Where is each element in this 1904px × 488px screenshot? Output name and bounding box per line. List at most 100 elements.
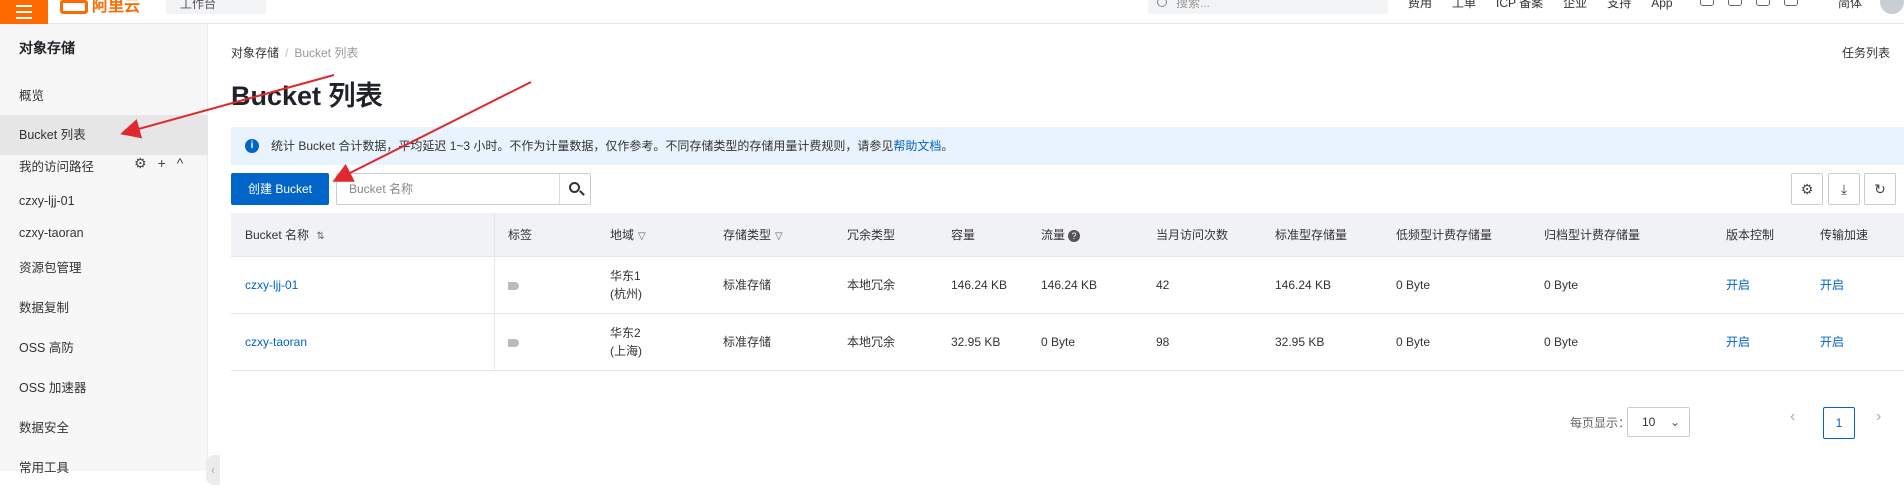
sidebar-group-access-paths[interactable]: 我的访问路径 bbox=[19, 156, 94, 175]
bucket-table: Bucket 名称 ⇅ 标签 地域 ▽ 存储类型 ▽ 冗余类型 容量 流量? 当月访… bbox=[231, 213, 1904, 371]
settings-button[interactable]: ⚙ bbox=[1791, 173, 1823, 205]
top-link-fees[interactable]: 费用 bbox=[1408, 0, 1432, 12]
bell-icon[interactable] bbox=[1728, 0, 1742, 6]
sidebar-item-data-replication[interactable]: 数据复制 bbox=[0, 288, 208, 328]
th-monthly-visits: 当月访问次数 bbox=[1156, 228, 1229, 242]
search-button[interactable] bbox=[559, 174, 590, 204]
visits-cell: 42 bbox=[1156, 278, 1170, 292]
aliyun-logo-icon bbox=[60, 0, 88, 14]
region-cell: 华东1 (杭州) bbox=[610, 269, 642, 301]
tag-icon[interactable] bbox=[508, 314, 519, 371]
aliyun-logo[interactable]: 阿里云 bbox=[60, 0, 150, 18]
sidebar-item-overview[interactable]: 概览 bbox=[0, 76, 208, 116]
traffic-cell: 146.24 KB bbox=[1041, 278, 1098, 292]
breadcrumb-root[interactable]: 对象存储 bbox=[231, 46, 279, 60]
help-icon[interactable] bbox=[1784, 0, 1798, 6]
top-link-icp[interactable]: ICP 备案 bbox=[1496, 0, 1543, 12]
task-list-link[interactable]: 任务列表 bbox=[1842, 44, 1890, 61]
table-row: czxy-taoran 华东2 (上海) 标准存储 本地冗余 32.95 KB 0… bbox=[231, 314, 1904, 371]
archive-storage-cell: 0 Byte bbox=[1544, 278, 1579, 292]
ia-storage-cell: 0 Byte bbox=[1396, 335, 1431, 349]
th-standard-storage: 标准型存储量 bbox=[1275, 228, 1348, 242]
gear-icon[interactable]: ⚙ bbox=[134, 155, 147, 172]
th-bucket-name[interactable]: Bucket 名称 ⇅ bbox=[245, 213, 325, 257]
language-switch[interactable]: 简体 bbox=[1838, 0, 1862, 11]
add-icon[interactable]: + bbox=[158, 155, 166, 172]
refresh-button[interactable]: ↻ bbox=[1864, 173, 1896, 205]
breadcrumb-current: Bucket 列表 bbox=[294, 46, 359, 60]
top-link-app[interactable]: App bbox=[1651, 0, 1672, 12]
chevron-up-icon[interactable]: ^ bbox=[177, 155, 184, 172]
filter-icon[interactable]: ▽ bbox=[638, 215, 646, 259]
redundancy-cell: 本地冗余 bbox=[847, 278, 896, 292]
versioning-link[interactable]: 开启 bbox=[1726, 314, 1750, 371]
help-icon[interactable]: ? bbox=[1068, 229, 1081, 242]
th-storage-type[interactable]: 存储类型 ▽ bbox=[723, 213, 783, 257]
sidebar-title: 对象存储 bbox=[19, 40, 75, 56]
top-link-support[interactable]: 支持 bbox=[1607, 0, 1631, 12]
avatar[interactable] bbox=[1880, 0, 1904, 14]
top-link-tickets[interactable]: 工单 bbox=[1452, 0, 1476, 12]
info-icon: i bbox=[245, 139, 259, 153]
screen-icon[interactable] bbox=[1700, 0, 1714, 6]
th-acceleration: 传输加速 bbox=[1820, 228, 1869, 242]
sort-icon[interactable]: ⇅ bbox=[316, 215, 324, 259]
workbench-button[interactable]: 工作台 bbox=[166, 0, 266, 14]
page-title: Bucket 列表 bbox=[231, 81, 383, 111]
table-header: Bucket 名称 ⇅ 标签 地域 ▽ 存储类型 ▽ 冗余类型 容量 流量? 当月访… bbox=[231, 213, 1904, 257]
traffic-cell: 0 Byte bbox=[1041, 335, 1076, 349]
sidebar-item-bucket-list[interactable]: Bucket 列表 bbox=[0, 115, 208, 155]
sidebar: 对象存储 概览 Bucket 列表 我的访问路径 ⚙ + ^ czxy-ljj-… bbox=[0, 24, 208, 475]
download-button[interactable]: ⤓ bbox=[1828, 173, 1860, 205]
standard-storage-cell: 32.95 KB bbox=[1275, 335, 1325, 349]
chevron-down-icon: ⌄ bbox=[1669, 415, 1680, 429]
versioning-link[interactable]: 开启 bbox=[1726, 257, 1750, 314]
redundancy-cell: 本地冗余 bbox=[847, 335, 896, 349]
bucket-name-link[interactable]: czxy-taoran bbox=[245, 314, 307, 371]
tag-icon[interactable] bbox=[508, 257, 519, 314]
top-bar: 阿里云 工作台 搜索... 费用 工单 ICP 备案 企业 支持 App 简体 bbox=[0, 0, 1904, 24]
th-ia-storage: 低频型计费存储量 bbox=[1396, 228, 1493, 242]
page-size-select[interactable]: 10 ⌄ bbox=[1627, 407, 1690, 437]
next-page-button[interactable]: › bbox=[1876, 408, 1881, 426]
search-icon bbox=[1157, 0, 1167, 7]
sidebar-item-oss-anti-ddos[interactable]: OSS 高防 bbox=[0, 328, 208, 368]
prev-page-button[interactable]: ‹ bbox=[1790, 408, 1795, 426]
bucket-search-input[interactable] bbox=[337, 174, 561, 204]
global-search-input[interactable]: 搜索... bbox=[1148, 0, 1388, 14]
acceleration-link[interactable]: 开启 bbox=[1820, 257, 1844, 314]
help-doc-link[interactable]: 帮助文档 bbox=[893, 139, 941, 153]
download-icon: ⤓ bbox=[1840, 181, 1848, 197]
visits-cell: 98 bbox=[1156, 335, 1170, 349]
page-size-label: 每页显示： bbox=[1570, 416, 1631, 430]
notice-text: 统计 Bucket 合计数据，平均延迟 1~3 小时。不作为计量数据，仅作参考。… bbox=[271, 139, 894, 153]
th-versioning: 版本控制 bbox=[1726, 228, 1775, 242]
bucket-search-box bbox=[336, 173, 591, 205]
th-tags: 标签 bbox=[508, 228, 533, 242]
bucket-name-link[interactable]: czxy-ljj-01 bbox=[245, 257, 298, 314]
acceleration-link[interactable]: 开启 bbox=[1820, 314, 1844, 371]
create-bucket-button[interactable]: 创建 Bucket bbox=[231, 173, 329, 205]
sidebar-item-oss-accelerator[interactable]: OSS 加速器 bbox=[0, 368, 208, 408]
hamburger-menu-button[interactable] bbox=[0, 0, 48, 24]
storage-type-cell: 标准存储 bbox=[723, 278, 772, 292]
sidebar-item-czxy-taoran[interactable]: czxy-taoran bbox=[0, 213, 208, 253]
filter-icon[interactable]: ▽ bbox=[775, 215, 783, 259]
th-region[interactable]: 地域 ▽ bbox=[610, 213, 646, 257]
top-link-enterprise[interactable]: 企业 bbox=[1563, 0, 1587, 12]
sidebar-collapse-handle[interactable]: ‹ bbox=[206, 455, 220, 485]
th-traffic: 流量? bbox=[1041, 213, 1081, 257]
breadcrumb: 对象存储 / Bucket 列表 bbox=[231, 44, 358, 61]
th-archive-storage: 归档型计费存储量 bbox=[1544, 228, 1641, 242]
main-content: 对象存储 / Bucket 列表 任务列表 Bucket 列表 i 统计 Bucke… bbox=[208, 24, 1904, 471]
archive-storage-cell: 0 Byte bbox=[1544, 335, 1579, 349]
page-number-current[interactable]: 1 bbox=[1823, 407, 1855, 439]
breadcrumb-separator: / bbox=[285, 46, 289, 60]
region-cell: 华东2 (上海) bbox=[610, 326, 642, 358]
standard-storage-cell: 146.24 KB bbox=[1275, 278, 1332, 292]
sidebar-item-resource-packages[interactable]: 资源包管理 bbox=[0, 248, 208, 288]
sidebar-item-common-tools[interactable]: 常用工具 bbox=[0, 448, 208, 488]
gear-icon: ⚙ bbox=[1800, 181, 1814, 197]
cart-icon[interactable] bbox=[1756, 0, 1770, 6]
sidebar-item-data-security[interactable]: 数据安全 bbox=[0, 408, 208, 448]
